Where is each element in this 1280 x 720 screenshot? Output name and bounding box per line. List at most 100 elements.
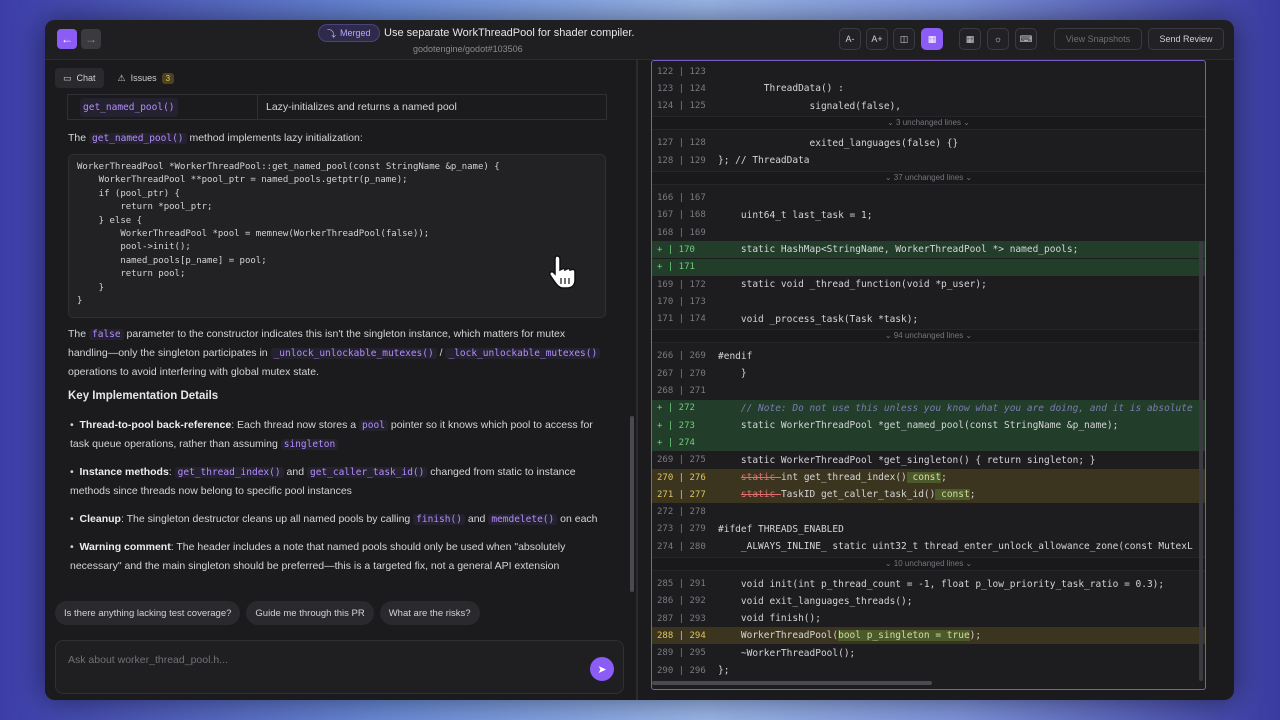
paragraph: The false parameter to the constructor i… xyxy=(68,325,608,382)
suggestion-chip[interactable]: What are the risks? xyxy=(379,601,480,625)
diff-line: 266 | 269 #endif xyxy=(652,348,1205,365)
suggestion-chip[interactable]: Guide me through this PR xyxy=(246,601,374,625)
line-numbers: 274 | 280 xyxy=(657,541,706,552)
keyboard-button[interactable]: ⌨ xyxy=(1015,28,1037,50)
diff-line: 268 | 271 xyxy=(652,383,1205,400)
tab-issues[interactable]: ⚠ Issues 3 xyxy=(110,68,183,88)
diff-line: 267 | 270 } xyxy=(652,365,1205,382)
table-cell-desc: Lazy-initializes and returns a named poo… xyxy=(266,100,457,113)
diff-panel: 122 | 123 123 | 124 ThreadData() : 124 | 1… xyxy=(651,60,1206,690)
line-code: } xyxy=(718,368,747,380)
tab-chat[interactable]: ▭ Chat xyxy=(55,68,104,88)
font-smaller-button[interactable]: A- xyxy=(839,28,861,50)
tab-chat-label: Chat xyxy=(76,73,96,83)
line-numbers: + | 170 xyxy=(657,244,695,255)
text: pointer so it knows which pool to access… xyxy=(390,419,593,431)
line-numbers: 123 | 124 xyxy=(657,83,706,94)
line-code: _ALWAYS_INLINE_ static uint32_t thread_e… xyxy=(718,541,1193,553)
diff-line: 289 | 295 ~WorkerThreadPool(); xyxy=(652,645,1205,662)
diff-line: + | 274 xyxy=(652,434,1205,452)
inline-code: get_caller_task_id() xyxy=(306,467,428,478)
font-larger-button[interactable]: A+ xyxy=(866,28,888,50)
diff-vertical-scrollbar[interactable] xyxy=(1199,241,1203,681)
line-code: static void _thread_function(void *p_use… xyxy=(718,279,987,290)
section-heading: Key Implementation Details xyxy=(68,390,219,402)
chat-messages: get_named_pool() Lazy-initializes and re… xyxy=(55,94,620,584)
code-line: if (pool_ptr) { xyxy=(77,188,180,199)
pr-ref: godotengine/godot#103506 xyxy=(413,44,523,54)
diff-line: 285 | 291 void init(int p_thread_count =… xyxy=(652,576,1205,593)
line-numbers: + | 272 xyxy=(657,403,695,414)
added-token: const xyxy=(935,489,970,501)
text: task queue operations, rather than assum… xyxy=(70,438,278,450)
diff-line: 166 | 167 xyxy=(652,190,1205,207)
line-code: ~WorkerThreadPool(); xyxy=(718,647,856,659)
diff-line: 124 | 125 signaled(false), xyxy=(652,98,1205,115)
removed-token: static xyxy=(740,472,781,483)
diff-line: 273 | 279 #ifdef THREADS_ENABLED xyxy=(652,521,1205,538)
pr-title: Use separate WorkThreadPool for shader c… xyxy=(384,27,635,39)
text: : The singleton destructor cleans up all… xyxy=(120,513,411,525)
line-code: static HashMap<StringName, WorkerThreadP… xyxy=(718,244,1079,256)
diff-line: 272 | 278 xyxy=(652,504,1205,521)
unified-view-icon: ▦ xyxy=(927,33,937,44)
unified-view-button[interactable]: ▦ xyxy=(921,28,943,50)
chat-scrollbar[interactable] xyxy=(630,416,634,592)
line-code: ThreadData() : xyxy=(718,83,844,95)
unchanged-lines-expander[interactable]: ⌄ 94 unchanged lines ⌄ xyxy=(652,328,1205,343)
diff-line: 270 | 276 static int get_thread_index() … xyxy=(652,469,1205,486)
view-snapshots-button[interactable]: View Snapshots xyxy=(1054,28,1142,50)
line-numbers: 271 | 277 xyxy=(657,489,706,500)
list-item: • Cleanup: The singleton destructor clea… xyxy=(70,513,598,525)
diff-line: 169 | 172 static void _thread_function(v… xyxy=(652,276,1205,293)
forward-button[interactable]: → xyxy=(81,29,101,49)
text: methods since threads now belong to spec… xyxy=(70,485,352,497)
diff-line: 168 | 169 xyxy=(652,224,1205,241)
app-window: ← → ⤵ Merged Use separate WorkThreadPool… xyxy=(45,20,1234,700)
diff-line: 271 | 277 static TaskID get_caller_task_… xyxy=(652,486,1205,504)
diff-line: 127 | 128 exited_languages(false) {} xyxy=(652,135,1205,152)
text: and xyxy=(467,513,486,525)
grid-view-button[interactable]: ▦ xyxy=(959,28,981,50)
back-button[interactable]: ← xyxy=(57,29,77,49)
suggestion-chip[interactable]: Is there anything lacking test coverage? xyxy=(55,601,241,625)
chat-panel: ▭ Chat ⚠ Issues 3 get_named_pool() Lazy-… xyxy=(45,60,636,700)
line-numbers: 286 | 292 xyxy=(657,596,706,607)
text: changed from static to instance xyxy=(430,466,576,478)
hand-cursor-icon xyxy=(549,255,576,289)
list-item: • Warning comment: The header includes a… xyxy=(70,541,566,572)
diff-line: 269 | 275 static WorkerThreadPool *get_s… xyxy=(652,452,1205,469)
diff-horizontal-scrollbar[interactable] xyxy=(652,681,932,685)
panel-tabs: ▭ Chat ⚠ Issues 3 xyxy=(55,68,182,88)
line-code: }; // ThreadData xyxy=(718,155,810,167)
suggestion-chips: Is there anything lacking test coverage?… xyxy=(55,601,480,625)
line-numbers: 269 | 275 xyxy=(657,455,706,466)
unchanged-lines-expander[interactable]: ⌄ 10 unchanged lines ⌄ xyxy=(652,556,1205,571)
unchanged-lines-expander[interactable]: ⌄ 37 unchanged lines ⌄ xyxy=(652,170,1205,185)
bullet-title: Instance methods xyxy=(79,466,169,478)
line-numbers: 127 | 128 xyxy=(657,138,706,149)
ask-input[interactable] xyxy=(68,651,548,669)
panel-divider[interactable] xyxy=(636,60,638,700)
list-item: • Thread-to-pool back-reference: Each th… xyxy=(70,419,593,450)
unchanged-lines-expander[interactable]: ⌄ 3 unchanged lines ⌄ xyxy=(652,115,1205,130)
line-numbers: 273 | 279 xyxy=(657,524,706,535)
method-code: get_named_pool() xyxy=(80,97,178,117)
line-numbers: + | 274 xyxy=(657,437,695,448)
line-numbers: 122 | 123 xyxy=(657,66,706,77)
inline-code: _lock_unlockable_mutexes() xyxy=(445,348,601,359)
line-code: static WorkerThreadPool *get_named_pool(… xyxy=(718,420,1119,432)
send-button[interactable]: ➤ xyxy=(590,657,614,681)
line-code: #ifdef THREADS_ENABLED xyxy=(718,523,844,535)
removed-token: static xyxy=(740,489,781,501)
table-cell-method: get_named_pool() xyxy=(68,95,258,119)
split-view-button[interactable]: ◫ xyxy=(893,28,915,50)
send-review-button[interactable]: Send Review xyxy=(1148,28,1224,50)
theme-button[interactable]: ☼ xyxy=(987,28,1009,50)
inline-code: singleton xyxy=(280,439,339,450)
diff-line: 171 | 174 void _process_task(Task *task)… xyxy=(652,311,1205,328)
line-code: // Note: Do not use this unless you know… xyxy=(718,402,1193,414)
inline-code: pool xyxy=(359,420,388,431)
chat-icon: ▭ xyxy=(63,72,72,83)
line-numbers: 285 | 291 xyxy=(657,579,706,589)
